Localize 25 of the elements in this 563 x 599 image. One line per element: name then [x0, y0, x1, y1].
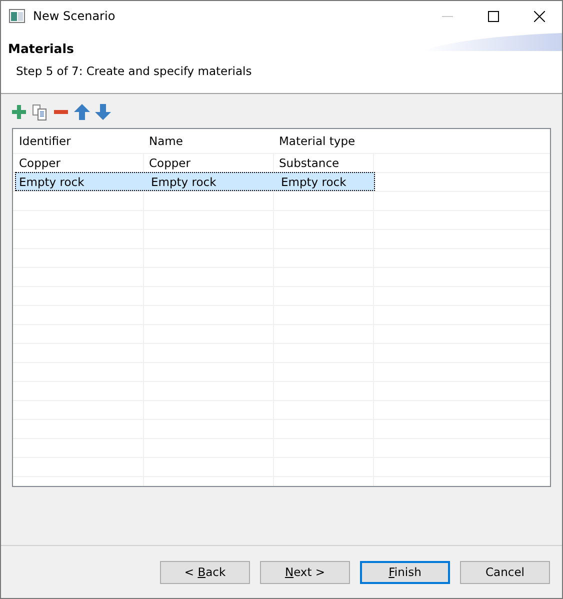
column-header[interactable]: Material type — [273, 134, 373, 148]
page-subtitle: Step 5 of 7: Create and specify materials — [16, 64, 253, 78]
down-arrow-icon[interactable] — [94, 103, 112, 121]
table-row[interactable]: Empty rock Empty rock Empty rock — [15, 172, 375, 191]
dialog-button[interactable]: Cancel — [460, 560, 550, 584]
plus-icon[interactable] — [10, 103, 28, 121]
table-cell-text: Empty rock — [280, 174, 348, 188]
dialog-button[interactable]: < Back — [160, 560, 250, 584]
up-arrow-icon[interactable] — [73, 103, 91, 121]
copy-icon[interactable] — [31, 103, 49, 121]
dialog-button[interactable]: Next > — [260, 560, 350, 584]
table-cell-text: Empty rock — [150, 174, 218, 188]
table-row[interactable]: Copper Copper Substance — [13, 153, 550, 172]
table-cell-text: Copper — [18, 156, 62, 170]
column-header[interactable]: Identifier — [13, 134, 143, 148]
close-icon[interactable] — [534, 10, 544, 22]
table-cell-text: Empty rock — [18, 174, 86, 188]
column-header[interactable]: Name — [143, 134, 273, 148]
table-cell-text: Substance — [278, 156, 340, 170]
dialog-button[interactable]: Finish — [360, 560, 450, 584]
maximize-icon[interactable] — [488, 10, 498, 22]
window-title: New Scenario — [33, 9, 116, 23]
table-cell-text: Copper — [148, 156, 192, 170]
app-icon — [9, 9, 25, 23]
page-title: Materials — [8, 41, 74, 56]
